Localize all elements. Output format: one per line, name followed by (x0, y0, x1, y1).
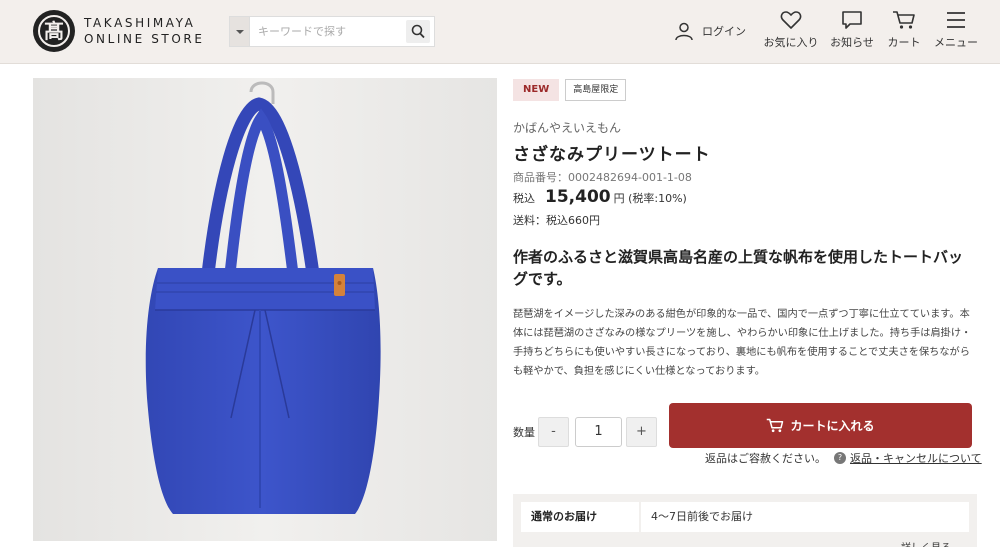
quantity-decrease-button[interactable]: - (538, 417, 569, 447)
product-number: 商品番号：0002482694-001-1-08 (513, 171, 692, 184)
delivery-info: 通常のお届け 4〜7日前後でお届け 詳しく見る (513, 494, 977, 547)
quantity-label: 数量 (513, 426, 535, 439)
add-to-cart-button[interactable]: カートに入れる (669, 403, 972, 448)
cart-button[interactable]: カート (885, 10, 923, 50)
delivery-more-link[interactable]: 詳しく見る (901, 539, 951, 547)
login-link[interactable]: ログイン (674, 20, 746, 42)
logo-mark: 髙 (33, 10, 75, 52)
delivery-estimate: 4〜7日前後でお届け (641, 502, 969, 532)
new-badge: NEW (513, 79, 560, 101)
return-note: 返品はご容赦ください。 (705, 452, 826, 465)
product-price: 税込 15,400 円 (税率:10%) (513, 187, 687, 207)
product-badges: NEW 高島屋限定 (513, 79, 627, 101)
cart-icon (767, 418, 784, 433)
return-policy: 返品はご容赦ください。 ? 返品・キャンセルについて (705, 450, 982, 466)
product-description: 琵琶湖をイメージした深みのある紺色が印象的な一品で、国内で一点ずつ丁寧に仕立てて… (513, 309, 972, 377)
quantity-input[interactable]: 1 (575, 417, 622, 447)
notifications-button[interactable]: お知らせ (826, 10, 878, 50)
hamburger-icon (947, 12, 965, 28)
logo-text: TAKASHIMAYA ONLINE STORE (84, 16, 205, 46)
help-icon: ? (834, 452, 846, 464)
search-bar (229, 16, 435, 47)
message-icon (842, 11, 862, 29)
login-label: ログイン (702, 25, 746, 38)
return-policy-link[interactable]: 返品・キャンセルについて (850, 450, 982, 466)
price-unit: 円 (税率:10%) (613, 192, 687, 205)
add-to-cart-label: カートに入れる (790, 419, 875, 433)
product-image[interactable] (33, 78, 497, 541)
product-catchphrase: 作者のふるさと滋賀県高島名産の上質な帆布を使用したトートバッグです。 (513, 248, 964, 288)
brand-name[interactable]: かばんやえいえもん (513, 119, 621, 136)
menu-button[interactable]: メニュー (932, 10, 980, 50)
delivery-type: 通常のお届け (521, 502, 639, 532)
search-button[interactable] (406, 20, 430, 43)
heart-icon (780, 11, 802, 29)
shipping-fee: 送料：税込660円 (513, 214, 600, 227)
search-category-dropdown[interactable] (230, 17, 250, 46)
search-icon (411, 24, 425, 39)
cart-icon (893, 11, 915, 29)
search-input[interactable] (252, 17, 402, 46)
limited-badge: 高島屋限定 (565, 79, 627, 101)
favorites-button[interactable]: お気に入り (763, 10, 819, 50)
site-header: 髙 TAKASHIMAYA ONLINE STORE ログイン お気に入り お知… (0, 0, 1000, 64)
price-value: 15,400 (545, 187, 611, 207)
quantity-increase-button[interactable]: + (626, 417, 657, 447)
store-logo[interactable]: 髙 TAKASHIMAYA ONLINE STORE (33, 10, 205, 52)
user-icon (675, 22, 693, 41)
product-title: さざなみプリーツトート (513, 145, 711, 165)
price-tax-label: 税込 (513, 192, 535, 205)
tote-bag-image (33, 78, 497, 541)
